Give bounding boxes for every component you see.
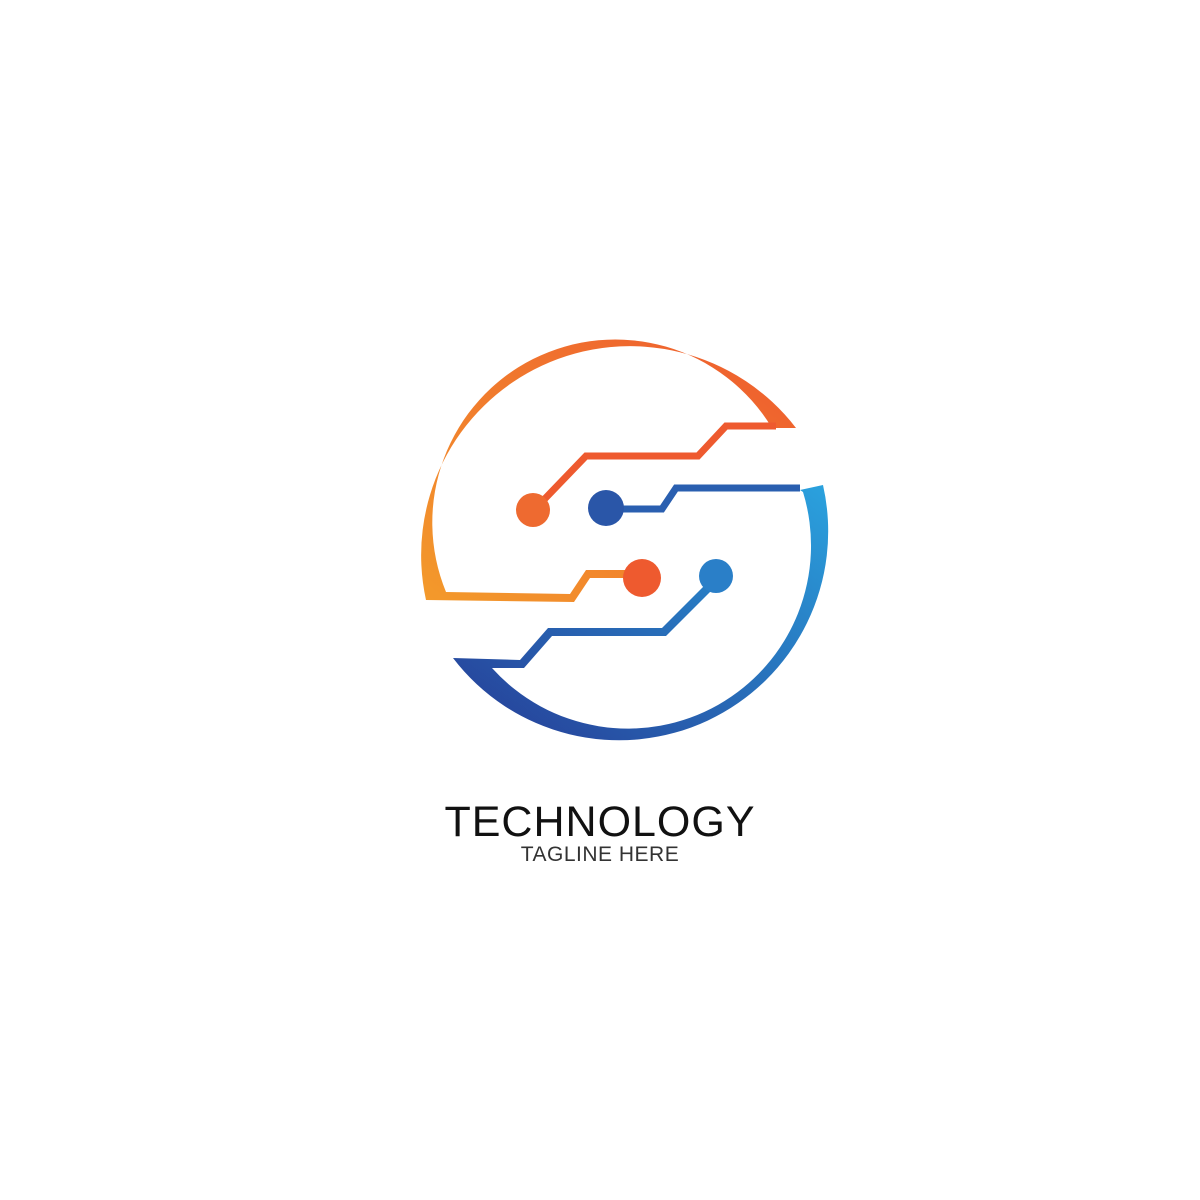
orange-node [516,493,550,527]
circuit-s-icon [421,339,829,741]
blue-circuit-trace [608,484,800,513]
orange-arc-shape [421,339,796,602]
tagline: TAGLINE HERE [520,843,680,866]
orange-circuit-trace [531,422,776,513]
blue-arc-shape [453,485,829,741]
blue-node [588,490,624,526]
logo-canvas: TECHNOLOGY TAGLINE HERE [0,0,1200,1200]
orange-node [623,559,661,597]
blue-node [699,559,733,593]
